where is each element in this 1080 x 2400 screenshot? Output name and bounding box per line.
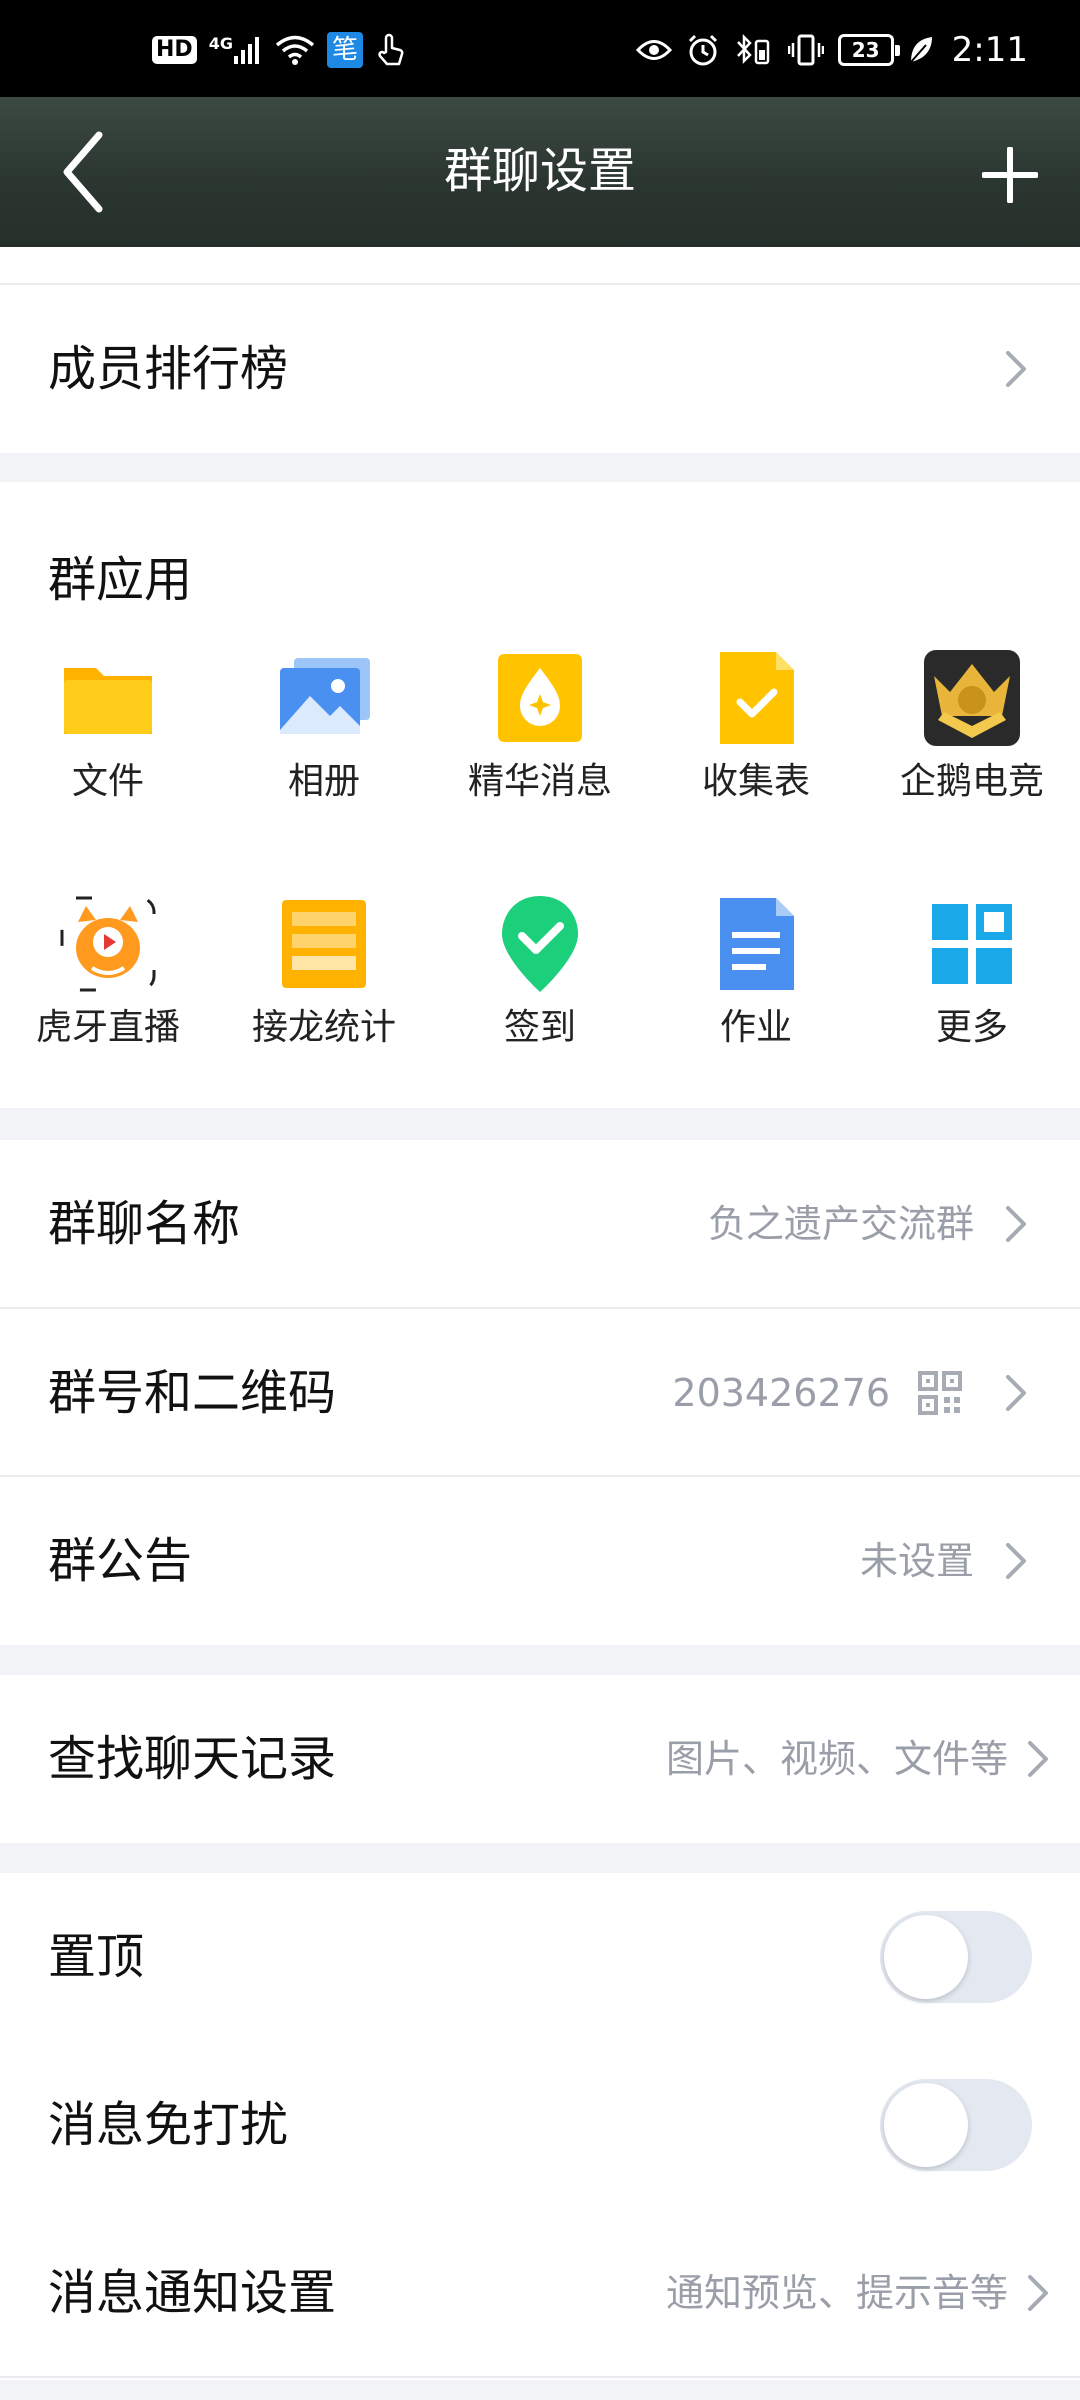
chevron-right-icon (1006, 1375, 1026, 1411)
app-album[interactable]: 相册 (216, 646, 432, 826)
check-in-icon (502, 896, 578, 992)
qr-code-icon (918, 1371, 962, 1415)
app-album-label: 相册 (287, 761, 360, 802)
search-history-label: 查找聊天记录 (48, 1731, 337, 1787)
pin-toggle[interactable] (880, 1911, 1032, 2003)
app-penguin-esports[interactable]: 企鹅电竞 (864, 646, 1080, 826)
app-collection-label: 收集表 (701, 761, 810, 802)
app-more-label: 更多 (935, 1007, 1008, 1048)
app-penguin-esports-label: 企鹅电竞 (899, 761, 1044, 802)
app-homework[interactable]: 作业 (648, 892, 864, 1072)
search-history-row[interactable]: 查找聊天记录 图片、视频、文件等 (0, 1675, 1080, 1843)
group-apps-title: 群应用 (48, 552, 193, 608)
app-file[interactable]: 文件 (0, 646, 216, 826)
app-essence[interactable]: 精华消息 (432, 646, 648, 826)
add-button[interactable] (970, 135, 1050, 215)
app-huya[interactable]: 虎牙直播 (0, 892, 216, 1072)
eye-icon (635, 37, 672, 63)
search-history-value: 图片、视频、文件等 (665, 1737, 1008, 1781)
group-number-row[interactable]: 群号和二维码 203426276 (0, 1309, 1080, 1477)
chevron-right-icon (1028, 1741, 1048, 1777)
signal-icon: 4G (209, 34, 263, 66)
page-title: 群聊设置 (443, 143, 636, 199)
group-name-row[interactable]: 群聊名称 负之遗产交流群 (0, 1140, 1080, 1308)
huya-live-icon (60, 896, 156, 992)
notification-settings-row[interactable]: 消息通知设置 通知预览、提示音等 (0, 2209, 1080, 2377)
penguin-esports-icon (924, 650, 1020, 746)
app-relay-stats-label: 接龙统计 (251, 1007, 396, 1048)
app-notification-icon: 笔 (326, 32, 363, 68)
photo-album-icon (280, 658, 370, 734)
network-type-label: 4G (208, 34, 233, 53)
battery-icon: 23 (837, 34, 900, 66)
back-button[interactable] (48, 127, 118, 217)
notification-settings-value: 通知预览、提示音等 (665, 2271, 1008, 2315)
more-apps-icon (932, 904, 1012, 984)
wifi-icon (275, 34, 315, 66)
notification-settings-label: 消息通知设置 (48, 2265, 337, 2321)
app-essence-label: 精华消息 (467, 761, 612, 802)
member-leaderboard-label: 成员排行榜 (48, 341, 289, 397)
plus-icon (982, 147, 1038, 203)
touch-icon (375, 32, 407, 68)
pin-label: 置顶 (48, 1929, 145, 1985)
app-relay-stats[interactable]: 接龙统计 (216, 892, 432, 1072)
app-check-in-label: 签到 (503, 1007, 576, 1048)
do-not-disturb-toggle[interactable] (880, 2079, 1032, 2171)
group-notice-value: 未设置 (859, 1539, 974, 1583)
clock: 2:11 (951, 30, 1028, 70)
chevron-right-icon (1006, 1543, 1026, 1579)
group-number-value: 203426276 (672, 1371, 890, 1415)
group-name-label: 群聊名称 (48, 1196, 241, 1252)
folder-icon (64, 668, 152, 734)
group-notice-row[interactable]: 群公告 未设置 (0, 1477, 1080, 1645)
essence-message-icon (498, 654, 582, 742)
vibrate-icon (787, 33, 824, 67)
bluetooth-battery-icon (734, 33, 774, 67)
toggle-knob (884, 1915, 968, 1999)
chevron-right-icon (1028, 2275, 1048, 2311)
status-bar: HD 4G 笔 23 2:11 (0, 0, 1080, 97)
app-file-label: 文件 (71, 761, 144, 802)
relay-stats-icon (282, 900, 366, 988)
app-more[interactable]: 更多 (864, 892, 1080, 1072)
app-check-in[interactable]: 签到 (432, 892, 648, 1072)
member-leaderboard-row[interactable]: 成员排行榜 (0, 285, 1080, 453)
group-name-value: 负之遗产交流群 (707, 1202, 974, 1246)
battery-level: 23 (851, 38, 880, 62)
toggle-knob (884, 2083, 968, 2167)
collection-form-icon (720, 652, 794, 744)
screen: HD 4G 笔 23 2:11 群聊设置 成员排行榜 群应用 文件 相册 精华消… (0, 0, 1080, 2400)
homework-icon (720, 898, 794, 990)
hd-icon: HD (152, 36, 197, 64)
alarm-icon (686, 33, 720, 67)
title-bar: 群聊设置 (0, 97, 1080, 247)
chevron-right-icon (1006, 1206, 1026, 1242)
app-huya-label: 虎牙直播 (35, 1007, 180, 1048)
chevron-right-icon (1006, 351, 1026, 387)
do-not-disturb-row: 消息免打扰 (0, 2041, 1080, 2209)
group-notice-label: 群公告 (48, 1533, 193, 1589)
do-not-disturb-label: 消息免打扰 (48, 2097, 289, 2153)
leaf-icon (908, 35, 934, 65)
top-spacer (0, 247, 1080, 283)
chevron-left-icon (63, 131, 103, 213)
app-collection[interactable]: 收集表 (648, 646, 864, 826)
divider (0, 2376, 1080, 2378)
app-homework-label: 作业 (719, 1007, 792, 1048)
group-number-label: 群号和二维码 (48, 1365, 337, 1421)
pin-row: 置顶 (0, 1873, 1080, 2041)
